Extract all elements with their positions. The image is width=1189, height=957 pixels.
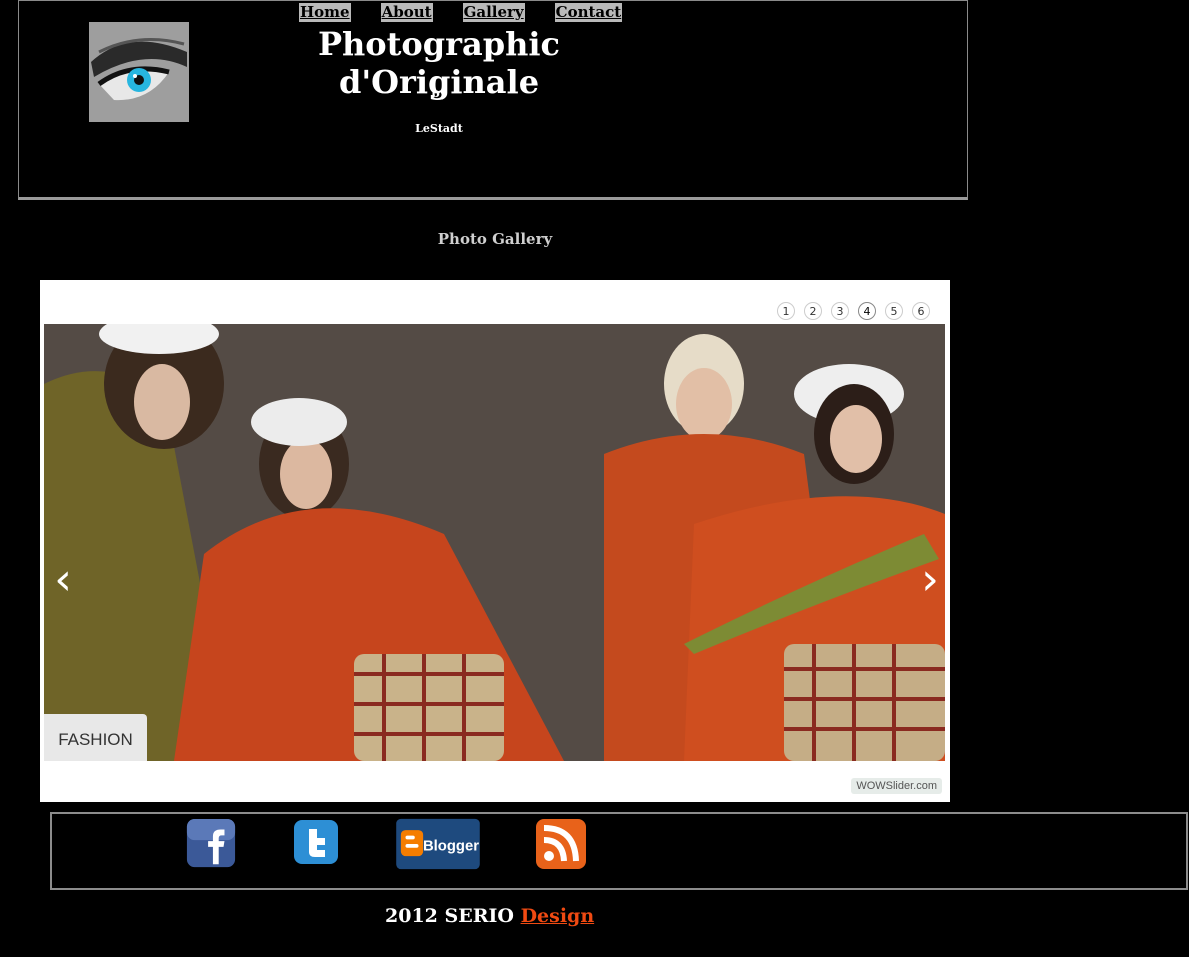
nav-gallery-link[interactable]: Gallery — [462, 3, 525, 22]
slide-bullet-3[interactable]: 3 — [831, 302, 849, 320]
slide-bullets: 1 2 3 4 5 6 — [777, 302, 930, 320]
blogger-label: Blogger — [423, 839, 479, 855]
main-nav: Home About Gallery Contact — [299, 3, 623, 22]
page-heading: Photo Gallery — [437, 230, 553, 248]
footer-design-link[interactable]: Design — [521, 905, 595, 927]
nav-contact-link[interactable]: Contact — [554, 3, 623, 22]
nav-home-link[interactable]: Home — [299, 3, 351, 22]
slide-image-fashion: ‹ › FASHION — [44, 324, 945, 761]
author-name: LeStadt — [415, 122, 463, 135]
twitter-icon[interactable] — [293, 818, 339, 870]
image-slider: 1 2 3 4 5 6 ‹ › FASHION WOWSlider.com — [40, 280, 950, 802]
slide-bullet-1[interactable]: 1 — [777, 302, 795, 320]
facebook-icon[interactable] — [185, 818, 237, 870]
chevron-left-icon[interactable]: ‹ — [48, 555, 78, 605]
nav-about-link[interactable]: About — [380, 3, 433, 22]
slide-bullet-6[interactable]: 6 — [912, 302, 930, 320]
footer-text: 2012 SERIO — [385, 905, 514, 927]
byline-by: by — [431, 86, 447, 100]
eye-logo-image — [89, 22, 189, 122]
slider-credit-link[interactable]: WOWSlider.com — [851, 778, 942, 794]
blogger-icon[interactable]: Blogger — [392, 818, 484, 870]
chevron-right-icon[interactable]: › — [915, 555, 945, 605]
slide-bullet-5[interactable]: 5 — [885, 302, 903, 320]
slide-caption: FASHION — [44, 714, 147, 761]
slide-bullet-2[interactable]: 2 — [804, 302, 822, 320]
rss-feed-icon[interactable] — [535, 818, 587, 870]
footer-copyright: 2012 SERIO Design — [385, 905, 594, 927]
slide-bullet-4[interactable]: 4 — [858, 302, 876, 320]
site-header: Home About Gallery Contact Photographic … — [18, 0, 968, 200]
social-links-bar: Blogger — [50, 812, 1188, 890]
